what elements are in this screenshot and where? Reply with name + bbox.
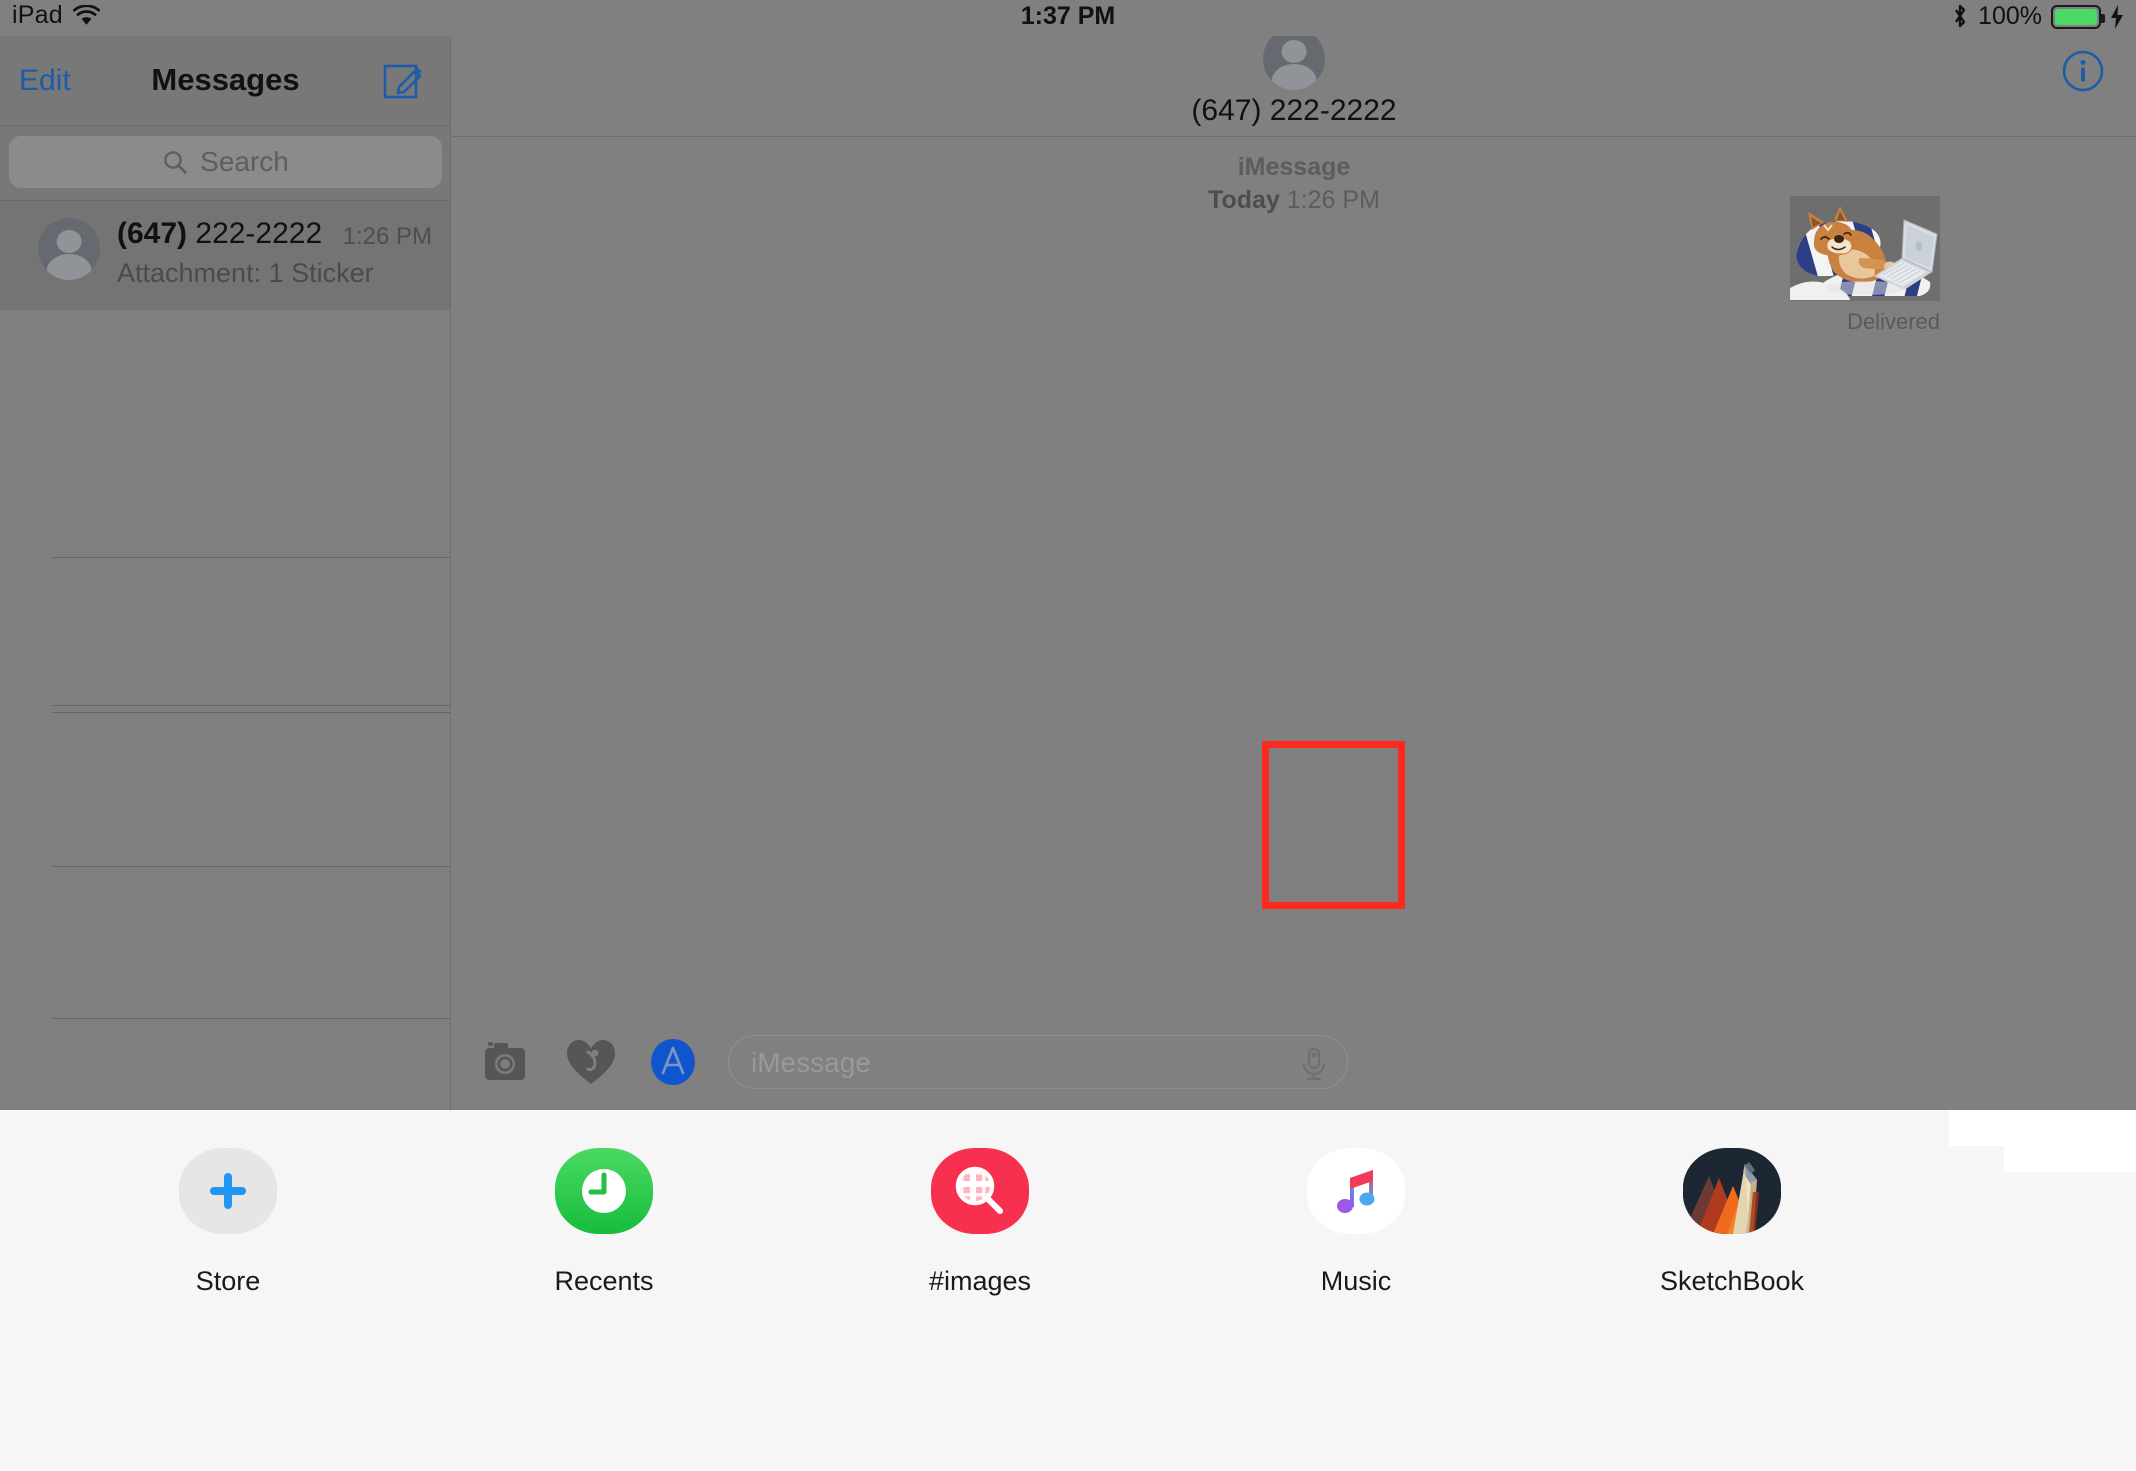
thread-contact-name: (647) 222-2222	[1191, 94, 1397, 127]
avatar	[38, 218, 100, 280]
clock-icon	[555, 1148, 653, 1234]
list-separator	[52, 866, 450, 867]
status-bar-clock: 1:37 PM	[1020, 2, 1116, 30]
message-input-field[interactable]: iMessage	[728, 1035, 1348, 1089]
thread-service-label: iMessage	[1237, 153, 1351, 181]
message-delivery-status: Delivered	[1847, 309, 1940, 334]
compose-icon[interactable]	[382, 60, 424, 102]
sticker-image[interactable]	[1790, 196, 1940, 301]
thread-date-day: Today	[1208, 186, 1280, 214]
app-drawer-label: SketchBook	[1659, 1266, 1805, 1296]
list-item-title: (647) 222-2222	[117, 217, 322, 251]
list-separator	[52, 1018, 450, 1019]
app-drawer-label: Recents	[554, 1266, 654, 1296]
app-drawer-item-sketchbook[interactable]: SketchBook	[1544, 1110, 1920, 1297]
list-separator	[52, 705, 450, 706]
list-separator	[52, 557, 450, 558]
search-input[interactable]: Search	[9, 136, 442, 188]
list-item-timestamp: 1:26 PM	[342, 223, 432, 250]
app-store-icon[interactable]	[646, 1035, 700, 1089]
message-input-placeholder: iMessage	[751, 1047, 871, 1078]
search-placeholder: Search	[200, 146, 289, 177]
sidebar-navigation-bar: Edit Messages	[0, 36, 450, 126]
status-bar: iPad 1:37 PM 100%	[0, 0, 2136, 36]
app-drawer-label: #images	[928, 1266, 1032, 1296]
list-item[interactable]: (647) 222-2222 1:26 PM Attachment: 1 Sti…	[0, 201, 450, 310]
app-drawer-label: Store	[195, 1266, 261, 1296]
camera-icon[interactable]	[482, 1035, 536, 1089]
message-input-toolbar: iMessage	[452, 1014, 2136, 1110]
plus-icon	[179, 1148, 277, 1234]
status-bar-right: 100%	[1951, 2, 2124, 31]
digital-touch-heart-icon[interactable]	[564, 1035, 618, 1089]
avatar[interactable]	[1263, 36, 1325, 90]
music-note-icon	[1307, 1148, 1405, 1234]
ipad-screen: iPad 1:37 PM 100% Edit Messages Search (…	[0, 0, 2136, 1110]
list-item-title-number: 222-2222	[187, 217, 323, 250]
thread-date-time: 1:26 PM	[1279, 186, 1380, 214]
image-search-icon	[931, 1148, 1029, 1234]
list-item-title-area-code: (647)	[117, 217, 188, 250]
conversation-thread-pane: (647) 222-2222 iMessage Today 1:26 PM De…	[452, 36, 2136, 1110]
battery-percent-label: 100%	[1978, 2, 2042, 30]
imessage-app-drawer: Store Recents #images Music SketchBook	[0, 1110, 2136, 1471]
app-drawer-item-recents[interactable]: Recents	[416, 1110, 792, 1297]
lightning-bolt-icon	[2111, 4, 2123, 29]
bluetooth-icon	[1955, 4, 1966, 28]
battery-full-icon	[2051, 4, 2105, 29]
app-drawer-item-store[interactable]: Store	[40, 1110, 416, 1297]
microphone-icon[interactable]	[1293, 1042, 1335, 1084]
list-separator	[52, 712, 450, 713]
app-drawer-row: Store Recents #images Music SketchBook	[0, 1110, 2136, 1400]
app-drawer-item-music[interactable]: Music	[1168, 1110, 1544, 1297]
search-icon	[164, 151, 187, 174]
app-drawer-item-images[interactable]: #images	[792, 1110, 1168, 1297]
app-drawer-label: Music	[1320, 1266, 1392, 1296]
list-item-preview: Attachment: 1 Sticker	[117, 258, 374, 288]
thread-header: (647) 222-2222	[452, 36, 2136, 137]
conversation-list-sidebar: Edit Messages Search (647) 222-2222 1:26…	[0, 36, 451, 1110]
info-circle-icon[interactable]	[2060, 48, 2106, 94]
search-bar-container: Search	[0, 126, 450, 201]
sketchbook-pencil-icon	[1683, 1148, 1781, 1234]
message-bubble-sticker[interactable]: Delivered	[1790, 196, 1940, 335]
